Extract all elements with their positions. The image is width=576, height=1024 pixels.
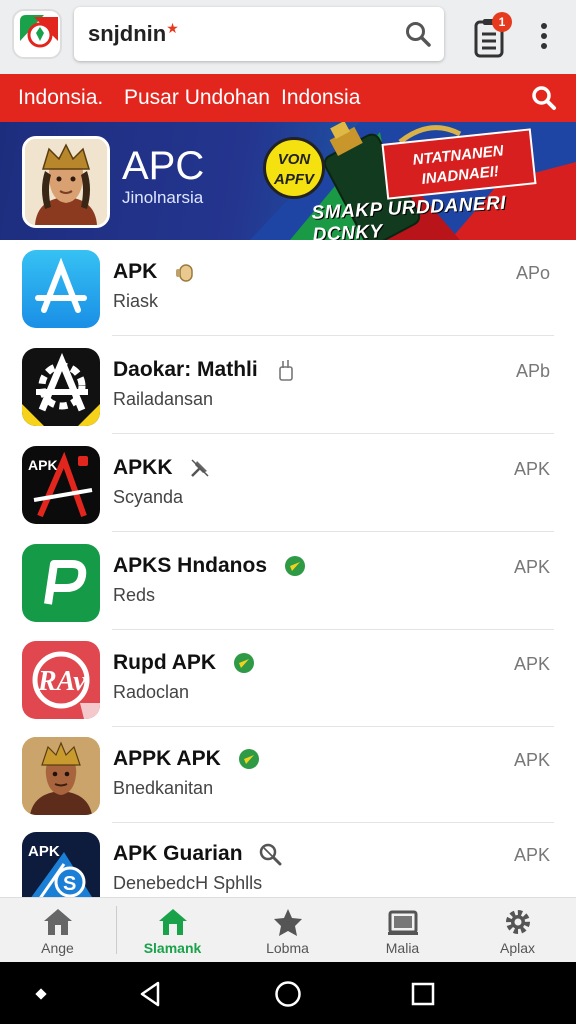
app-subtitle: Riask (113, 291, 159, 311)
app-subtitle: Reds (113, 585, 156, 605)
divider (112, 531, 554, 532)
list-item[interactable]: APK S APK Guarian DenebedcH Sphlls APK (0, 822, 576, 897)
pin-icon (191, 459, 209, 478)
search-icon[interactable] (404, 20, 432, 48)
promo-banner[interactable]: APC Jinolnarsia VON APFV NTATNANEN INADN… (0, 122, 576, 240)
home-icon (43, 909, 72, 935)
promo-badge: VON APFV (263, 137, 325, 199)
app-subtitle: Scyanda (113, 487, 184, 507)
app-tag: APK (513, 750, 550, 770)
app-title: APPK APK (113, 747, 261, 771)
notification-badge: 1 (492, 12, 512, 32)
list-item[interactable]: APKS Hndanos Reds APK (0, 534, 576, 630)
app-tag: APK (513, 459, 550, 479)
app-subtitle: Railadansan (113, 389, 214, 409)
divider (112, 335, 554, 336)
recents-icon[interactable] (408, 979, 438, 1009)
breadcrumb: Indonsia. Pusar Undohan Indonsia (0, 74, 576, 122)
app-store-icon (22, 250, 100, 328)
app-list: APK Riask APo Daokar: Mathli Railadansan… (0, 240, 576, 897)
home-button-icon[interactable] (273, 979, 303, 1009)
search-input[interactable]: snjdnin★ (74, 7, 444, 61)
verified-icon (238, 749, 259, 770)
search-icon[interactable] (530, 84, 558, 112)
list-item[interactable]: APK Riask APo (0, 240, 576, 336)
app-title: APK (113, 260, 197, 284)
notifications-button[interactable]: 1 (474, 12, 514, 58)
assistant-dot-icon[interactable] (26, 979, 56, 1009)
app-subtitle: Radoclan (113, 682, 190, 702)
rav-logo-icon: RAv (22, 641, 100, 719)
nav-label: Ange (41, 940, 74, 956)
divider (112, 629, 554, 630)
breadcrumb-item-1[interactable]: Indonsia. (18, 86, 103, 110)
back-icon[interactable] (136, 979, 166, 1009)
nav-item-settings[interactable]: Aplax (460, 898, 575, 963)
list-item[interactable]: RAv Rupd APK Radoclan APK (0, 631, 576, 727)
list-item[interactable]: APK APKK Scyanda APK (0, 436, 576, 532)
svg-text:S: S (63, 873, 76, 895)
app-title: APKS Hndanos (113, 554, 307, 578)
gear-logo-icon (22, 348, 100, 426)
media-icon (387, 910, 418, 935)
nav-label: Lobma (266, 940, 309, 956)
app-subtitle: DenebedcH Sphlls (113, 873, 263, 893)
nav-label: Aplax (499, 940, 536, 956)
banner-subtitle: Jinolnarsia (122, 188, 204, 207)
more-options-icon[interactable] (532, 20, 556, 52)
nav-item-home[interactable]: Ange (0, 898, 115, 963)
list-item[interactable]: Daokar: Mathli Railadansan APb (0, 338, 576, 434)
app-subtitle: Bnedkanitan (113, 778, 214, 798)
magnifier-icon (260, 844, 282, 866)
search-query-text: snjdnin★ (88, 20, 179, 46)
portrait-icon (22, 136, 110, 228)
star-mark-icon: ★ (166, 20, 179, 36)
apk-a-logo-icon: APK (22, 446, 100, 524)
p-logo-icon (22, 544, 100, 622)
verified-icon (233, 653, 254, 674)
nav-item-media[interactable]: Malia (345, 898, 460, 963)
app-title: Daokar: Mathli (113, 358, 298, 382)
banner-title: APC (122, 144, 205, 188)
app-tag: APo (515, 263, 550, 283)
list-item[interactable]: APPK APK Bnedkanitan APK (0, 727, 576, 823)
svg-text:APK: APK (28, 843, 60, 860)
app-tag: APK (513, 845, 550, 865)
app-tag: APK (513, 654, 550, 674)
portrait-icon (22, 737, 100, 815)
bottom-navigation: Ange Slamank Lobma Malia Aplax (0, 897, 576, 962)
thumb-icon (176, 264, 193, 283)
app-title: Rupd APK (113, 651, 256, 675)
nav-label: Slamank (143, 940, 202, 956)
star-icon (273, 909, 302, 936)
svg-text:APK: APK (28, 457, 58, 473)
app-tag: APb (515, 361, 550, 381)
system-navigation-bar (0, 962, 576, 1024)
apk-s-logo-icon: APK S (22, 832, 100, 897)
app-tag: APK (513, 557, 550, 577)
app-title: APK Guarian (113, 842, 282, 866)
verified-icon (284, 556, 305, 577)
breadcrumb-item-2[interactable]: Pusar Undohan (124, 86, 270, 110)
nav-item-favorites[interactable]: Lobma (230, 898, 345, 963)
breadcrumb-item-3[interactable]: Indonsia (281, 86, 360, 110)
hand-icon (278, 360, 293, 382)
settings-icon (505, 910, 530, 934)
app-title: APKK (113, 456, 212, 480)
svg-text:RAv: RAv (37, 666, 86, 697)
store-icon (158, 909, 187, 935)
divider (112, 433, 554, 434)
nav-label: Malia (385, 940, 420, 956)
top-app-bar: snjdnin★ 1 (0, 0, 576, 74)
app-logo-icon[interactable] (12, 9, 62, 59)
nav-item-store[interactable]: Slamank (115, 898, 230, 963)
